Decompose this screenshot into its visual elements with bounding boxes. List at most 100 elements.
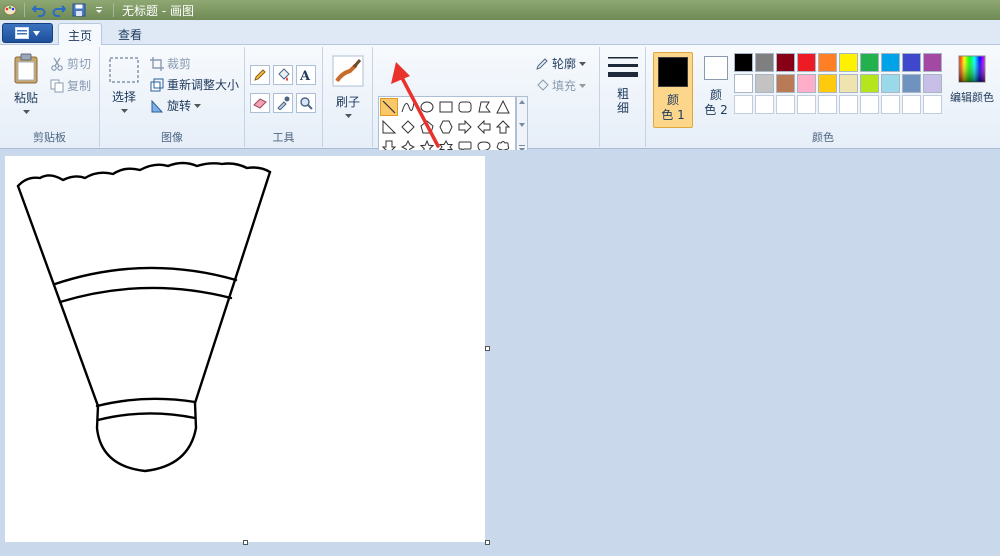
chevron-down-icon — [120, 109, 128, 113]
cut-button[interactable]: 剪切 — [50, 55, 91, 72]
rotate-button[interactable]: 旋转 — [150, 97, 202, 114]
color-picker-tool[interactable] — [273, 93, 293, 113]
palette-swatch[interactable] — [881, 95, 900, 114]
palette-swatch[interactable] — [734, 53, 753, 72]
chevron-down-icon — [194, 103, 202, 108]
undo-icon[interactable] — [31, 2, 47, 18]
palette-swatch[interactable] — [923, 74, 942, 93]
image-group: 选择 裁剪 重新调整大小 旋转 图像 — [100, 47, 245, 147]
size-button[interactable]: 粗 细 — [605, 55, 641, 115]
rounded-rectangle-shape[interactable] — [456, 98, 474, 116]
brush-icon — [332, 55, 364, 87]
resize-handle-right[interactable] — [485, 346, 490, 351]
polygon-shape[interactable] — [475, 98, 493, 116]
divider — [113, 3, 114, 17]
color1-selector[interactable]: 颜 色 1 — [653, 52, 693, 128]
text-tool[interactable]: A — [296, 65, 316, 85]
palette-swatch[interactable] — [839, 53, 858, 72]
select-rectangle-icon — [109, 57, 139, 83]
rotate-icon — [151, 99, 164, 112]
oval-shape[interactable] — [418, 98, 436, 116]
palette-swatch[interactable] — [797, 95, 816, 114]
fill-tool[interactable] — [273, 65, 293, 85]
redo-icon[interactable] — [51, 2, 67, 18]
palette-swatch[interactable] — [818, 95, 837, 114]
palette-swatch[interactable] — [755, 74, 774, 93]
palette-swatch[interactable] — [797, 53, 816, 72]
text-icon: A — [299, 69, 311, 82]
palette-swatch[interactable] — [797, 74, 816, 93]
right-arrow-shape[interactable] — [456, 118, 474, 136]
rounded-rectangle-icon — [458, 101, 472, 113]
palette-swatch[interactable] — [776, 74, 795, 93]
pencil-icon — [254, 69, 266, 81]
palette-swatch[interactable] — [860, 95, 879, 114]
drawing-canvas[interactable] — [5, 156, 485, 542]
eraser-tool[interactable] — [250, 93, 270, 113]
palette-swatch[interactable] — [755, 95, 774, 114]
palette-swatch[interactable] — [860, 74, 879, 93]
fill-button[interactable]: 填充 — [535, 77, 587, 94]
palette-swatch[interactable] — [881, 53, 900, 72]
color2-selector[interactable]: 颜 色 2 — [698, 56, 734, 128]
clipboard-group: 粘贴 剪切 复制 剪贴板 — [0, 47, 100, 147]
outline-button[interactable]: 轮廓 — [535, 55, 587, 72]
resize-button[interactable]: 重新调整大小 — [150, 76, 239, 93]
palette-swatch[interactable] — [923, 95, 942, 114]
brushes-button[interactable]: 刷子 — [331, 55, 365, 118]
tab-home[interactable]: 主页 — [58, 23, 102, 46]
polygon-icon — [478, 101, 491, 113]
file-menu-button[interactable] — [2, 23, 53, 43]
up-arrow-shape[interactable] — [494, 118, 512, 136]
palette-swatch[interactable] — [860, 53, 879, 72]
palette-swatch[interactable] — [776, 53, 795, 72]
palette-swatch[interactable] — [881, 74, 900, 93]
customize-qat-icon[interactable] — [91, 2, 107, 18]
shapes-scrollbar[interactable] — [516, 96, 528, 158]
triangle-shape[interactable] — [494, 98, 512, 116]
pentagon-shape[interactable] — [418, 118, 436, 136]
rectangle-shape[interactable] — [437, 98, 455, 116]
curve-shape[interactable] — [399, 98, 417, 116]
oval-icon — [420, 101, 434, 113]
right-triangle-shape[interactable] — [380, 118, 398, 136]
left-arrow-shape[interactable] — [475, 118, 493, 136]
palette-swatch[interactable] — [902, 53, 921, 72]
rectangle-icon — [439, 101, 453, 113]
line-shape[interactable] — [380, 98, 398, 116]
save-icon[interactable] — [71, 2, 87, 18]
palette-swatch[interactable] — [818, 74, 837, 93]
crop-button[interactable]: 裁剪 — [150, 55, 191, 72]
palette-swatch[interactable] — [839, 74, 858, 93]
palette-swatch[interactable] — [776, 95, 795, 114]
palette-swatch[interactable] — [902, 95, 921, 114]
hexagon-shape[interactable] — [437, 118, 455, 136]
left-arrow-icon — [477, 120, 491, 134]
magnifier-tool[interactable] — [296, 93, 316, 113]
paste-button[interactable]: 粘贴 — [8, 53, 44, 114]
color1-swatch — [658, 57, 688, 87]
paint-app-icon[interactable] — [2, 2, 18, 18]
diamond-shape[interactable] — [399, 118, 417, 136]
resize-handle-bottom[interactable] — [243, 540, 248, 545]
clipboard-icon — [14, 53, 38, 84]
copy-button[interactable]: 复制 — [50, 77, 91, 94]
tab-view[interactable]: 查看 — [108, 23, 152, 46]
up-arrow-icon — [496, 120, 510, 134]
edit-colors-button[interactable]: 编辑颜色 — [946, 55, 998, 105]
resize-handle-corner[interactable] — [485, 540, 490, 545]
palette-swatch[interactable] — [818, 53, 837, 72]
palette-swatch[interactable] — [902, 74, 921, 93]
palette-swatch[interactable] — [734, 74, 753, 93]
palette-swatch[interactable] — [755, 53, 774, 72]
chevron-down-icon — [579, 83, 587, 88]
pencil-tool[interactable] — [250, 65, 270, 85]
scissors-icon — [51, 57, 63, 71]
select-button[interactable]: 选择 — [106, 57, 142, 113]
eyedropper-icon — [277, 96, 290, 110]
palette-swatch[interactable] — [839, 95, 858, 114]
group-label: 图像 — [161, 131, 183, 144]
color-spectrum-icon — [958, 55, 986, 83]
palette-swatch[interactable] — [734, 95, 753, 114]
palette-swatch[interactable] — [923, 53, 942, 72]
